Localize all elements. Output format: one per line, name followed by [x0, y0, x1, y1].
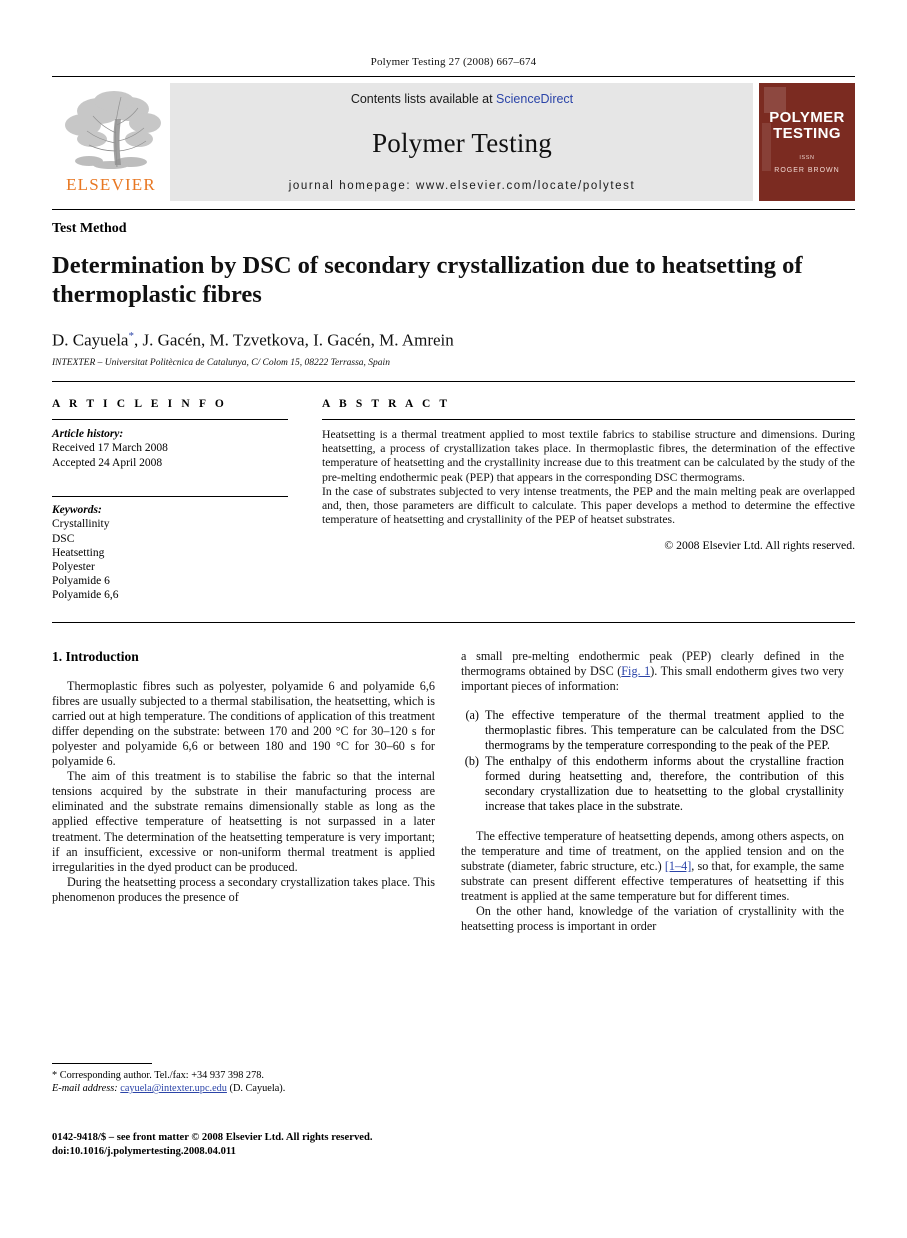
email-label: E-mail address: [52, 1083, 118, 1094]
information-list: (a) The effective temperature of the the… [461, 708, 844, 815]
elsevier-tree-icon [59, 89, 163, 173]
article-info-rule [52, 418, 288, 420]
article-history: Article history: Received 17 March 2008 … [52, 427, 288, 471]
body-paragraph: On the other hand, knowledge of the vari… [461, 903, 844, 934]
abstract-bottom-rule [52, 621, 855, 623]
figure-1-link[interactable]: Fig. 1 [621, 664, 650, 678]
keywords-list: Keywords: Crystallinity DSC Heatsetting … [52, 503, 288, 602]
list-item-text: The enthalpy of this endotherm informs a… [485, 754, 844, 814]
author-list: D. Cayuela*, J. Gacén, M. Tzvetkova, I. … [52, 330, 855, 351]
title-bottom-rule [52, 380, 855, 382]
keyword-item: Heatsetting [52, 546, 105, 559]
body-right-column: a small pre-melting endothermic peak (PE… [461, 649, 844, 935]
footnote-block: * Corresponding author. Tel./fax: +34 93… [52, 1063, 435, 1095]
contents-prefix: Contents lists available at [350, 92, 497, 106]
keyword-item: Crystallinity [52, 518, 110, 531]
doi-line: doi:10.1016/j.polymertesting.2008.04.011 [52, 1145, 236, 1157]
received-date: Received 17 March 2008 [52, 442, 168, 455]
article-info-column: A R T I C L E I N F O Article history: R… [52, 398, 288, 603]
accepted-date: Accepted 24 April 2008 [52, 456, 163, 469]
corresponding-author-note: * Corresponding author. Tel./fax: +34 93… [52, 1070, 264, 1081]
email-note: E-mail address: cayuela@intexter.upc.edu… [52, 1082, 435, 1095]
page-title: Determination by DSC of secondary crysta… [52, 252, 803, 308]
author-first: D. Cayuela [52, 330, 129, 350]
cover-title-line2: TESTING [773, 125, 841, 142]
elsevier-wordmark: ELSEVIER [66, 175, 156, 194]
abstract-heading: A B S T R A C T [322, 397, 451, 410]
keyword-item: Polyamide 6,6 [52, 589, 119, 602]
journal-homepage: journal homepage: www.elsevier.com/locat… [288, 180, 636, 192]
author-rest: , J. Gacén, M. Tzvetkova, I. Gacén, M. A… [133, 330, 454, 350]
affiliation: INTEXTER – Universitat Politècnica de Ca… [52, 357, 390, 368]
body-columns: 1. Introduction Thermoplastic fibres suc… [52, 649, 855, 935]
contents-available-line: Contents lists available at ScienceDirec… [351, 92, 573, 106]
keywords-label: Keywords: [52, 504, 102, 517]
abstract-column: A B S T R A C T Heatsetting is a thermal… [322, 398, 855, 603]
info-abstract-section: A R T I C L E I N F O Article history: R… [52, 398, 855, 603]
banner-center: Contents lists available at ScienceDirec… [170, 83, 753, 201]
body-paragraph: During the heatsetting process a seconda… [52, 874, 435, 904]
journal-banner: ELSEVIER Contents lists available at Sci… [52, 83, 855, 201]
email-suffix: (D. Cayuela). [226, 1083, 286, 1094]
body-paragraph: Thermoplastic fibres such as polyester, … [52, 678, 435, 769]
top-rule [52, 76, 855, 77]
keyword-item: Polyamide 6 [52, 575, 110, 588]
article-page: Polymer Testing 27 (2008) 667–674 ELSEVI… [0, 0, 907, 1238]
abstract-paragraph: In the case of substrates subjected to v… [322, 484, 855, 527]
cover-subtitle: ISSN [799, 155, 815, 161]
list-item: (b) The enthalpy of this endotherm infor… [461, 754, 844, 814]
sciencedirect-link[interactable]: ScienceDirect [496, 92, 573, 106]
body-paragraph: The effective temperature of heatsetting… [461, 829, 844, 904]
abstract-body: Heatsetting is a thermal treatment appli… [322, 428, 855, 528]
abstract-rule [322, 418, 855, 420]
elsevier-logo: ELSEVIER [52, 83, 170, 201]
body-left-column: 1. Introduction Thermoplastic fibres suc… [52, 649, 435, 935]
body-paragraph-continued: a small pre-melting endothermic peak (PE… [461, 649, 844, 694]
reference-1-4-link[interactable]: [1–4] [665, 859, 691, 873]
cover-title-line1: POLYMER [769, 109, 845, 126]
keyword-item: Polyester [52, 560, 95, 573]
journal-title: Polymer Testing [372, 127, 552, 158]
footnote-rule [52, 1063, 152, 1064]
keywords-block: Keywords: Crystallinity DSC Heatsetting … [52, 496, 288, 602]
title-block: Test Method Determination by DSC of seco… [52, 221, 855, 368]
cover-title: POLYMER TESTING [759, 110, 855, 142]
running-head: Polymer Testing 27 (2008) 667–674 [370, 56, 537, 68]
issn-copyright-block: 0142-9418/$ – see front matter © 2008 El… [52, 1131, 472, 1158]
keywords-rule [52, 496, 288, 498]
history-label: Article history: [52, 427, 124, 440]
article-info-heading: A R T I C L E I N F O [52, 397, 227, 410]
banner-bottom-rule [52, 209, 855, 210]
keyword-item: DSC [52, 532, 75, 545]
body-paragraph: The aim of this treatment is to stabilis… [52, 769, 435, 874]
article-type: Test Method [52, 221, 127, 236]
list-item: (a) The effective temperature of the the… [461, 708, 844, 753]
author-email-link[interactable]: cayuela@intexter.upc.edu [120, 1083, 227, 1094]
section-heading-introduction: 1. Introduction [52, 648, 139, 664]
list-marker: (b) [464, 754, 479, 769]
issn-line: 0142-9418/$ – see front matter © 2008 El… [52, 1132, 373, 1143]
list-marker: (a) [465, 707, 479, 722]
cover-editor-name: ROGER BROWN [774, 167, 840, 174]
copyright-line: © 2008 Elsevier Ltd. All rights reserved… [664, 538, 855, 552]
list-item-text: The effective temperature of the thermal… [485, 707, 844, 753]
journal-cover-image: POLYMER TESTING ISSN ROGER BROWN [759, 83, 855, 201]
abstract-paragraph: Heatsetting is a thermal treatment appli… [322, 427, 855, 484]
